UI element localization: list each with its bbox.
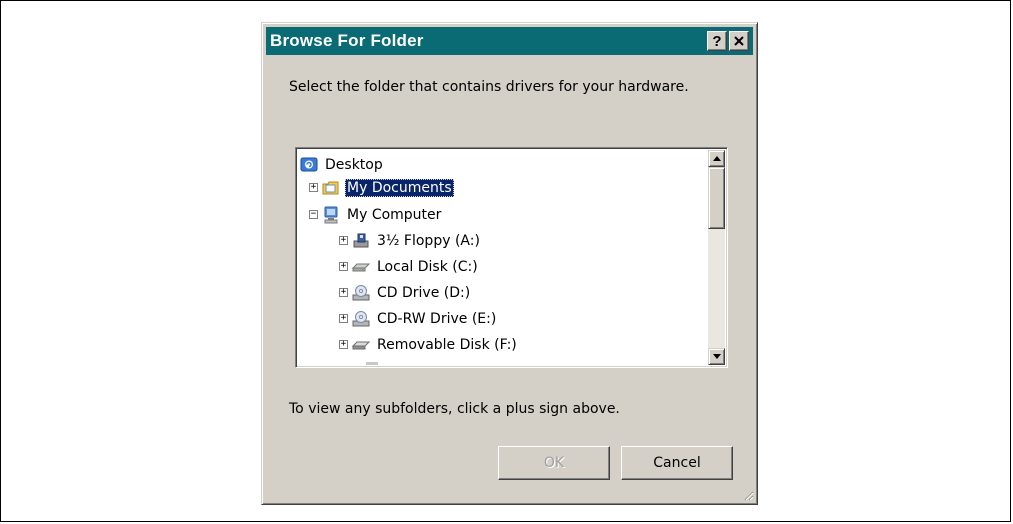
scroll-up-button[interactable]	[708, 150, 725, 167]
tree-item-label: Desktop	[325, 157, 383, 173]
expand-toggle[interactable]: +	[339, 236, 348, 245]
dialog-title: Browse For Folder	[270, 31, 424, 50]
tree-item-label: CD-RW Drive (E:)	[377, 311, 497, 327]
ok-button[interactable]: OK	[498, 446, 610, 480]
tree-item-label: Local Disk (C:)	[377, 259, 478, 275]
scroll-down-button[interactable]	[708, 348, 725, 365]
folder-tree[interactable]: Desktop + My Documents − My Computer + 3…	[295, 147, 728, 368]
my-computer-icon	[322, 206, 340, 224]
expand-toggle[interactable]: +	[339, 288, 348, 297]
floppy-drive-icon	[352, 232, 370, 250]
help-button[interactable]: ?	[707, 31, 727, 51]
scroll-thumb[interactable]	[708, 167, 725, 229]
removable-disk-icon	[352, 336, 370, 354]
cd-drive-icon	[352, 284, 370, 302]
hint-text: To view any subfolders, click a plus sig…	[289, 401, 620, 417]
tree-item-label: CD Drive (D:)	[377, 285, 471, 301]
tree-item-label: My Documents	[345, 179, 454, 197]
tree-item-cd-drive[interactable]: CD Drive (D:)	[352, 282, 472, 304]
tree-item-label: 3½ Floppy (A:)	[377, 233, 480, 249]
tree-item-my-documents[interactable]: My Documents	[322, 177, 454, 199]
partial-tree-item	[366, 362, 378, 365]
my-documents-icon	[322, 179, 340, 197]
expand-toggle[interactable]: +	[339, 262, 348, 271]
close-icon	[734, 36, 744, 46]
expand-toggle[interactable]: +	[309, 183, 318, 192]
arrow-down-icon	[712, 354, 721, 359]
tree-item-cd-rw-drive[interactable]: CD-RW Drive (E:)	[352, 308, 498, 330]
arrow-up-icon	[712, 156, 721, 161]
tree-item-removable-disk[interactable]: Removable Disk (F:)	[352, 334, 519, 356]
cd-rw-drive-icon	[352, 310, 370, 328]
instruction-text: Select the folder that contains drivers …	[289, 79, 689, 95]
close-button[interactable]	[729, 31, 749, 51]
tree-scrollbar[interactable]	[708, 150, 725, 365]
hard-disk-icon	[352, 258, 370, 276]
desktop-icon	[300, 156, 318, 174]
expand-toggle[interactable]: +	[339, 340, 348, 349]
collapse-toggle[interactable]: −	[309, 210, 318, 219]
browse-for-folder-dialog: Browse For Folder ? Select the folder th…	[261, 22, 758, 505]
tree-item-label: Removable Disk (F:)	[377, 337, 517, 353]
tree-item-local-disk[interactable]: Local Disk (C:)	[352, 256, 480, 278]
tree-item-label: My Computer	[347, 207, 442, 223]
tree-item-my-computer[interactable]: My Computer	[322, 204, 443, 226]
expand-toggle[interactable]: +	[339, 314, 348, 323]
resize-grip-icon[interactable]	[742, 489, 754, 501]
tree-item-desktop[interactable]: Desktop	[300, 154, 385, 176]
tree-item-floppy-drive[interactable]: 3½ Floppy (A:)	[352, 230, 482, 252]
title-bar[interactable]: Browse For Folder ?	[266, 27, 753, 55]
cancel-button[interactable]: Cancel	[621, 446, 733, 480]
